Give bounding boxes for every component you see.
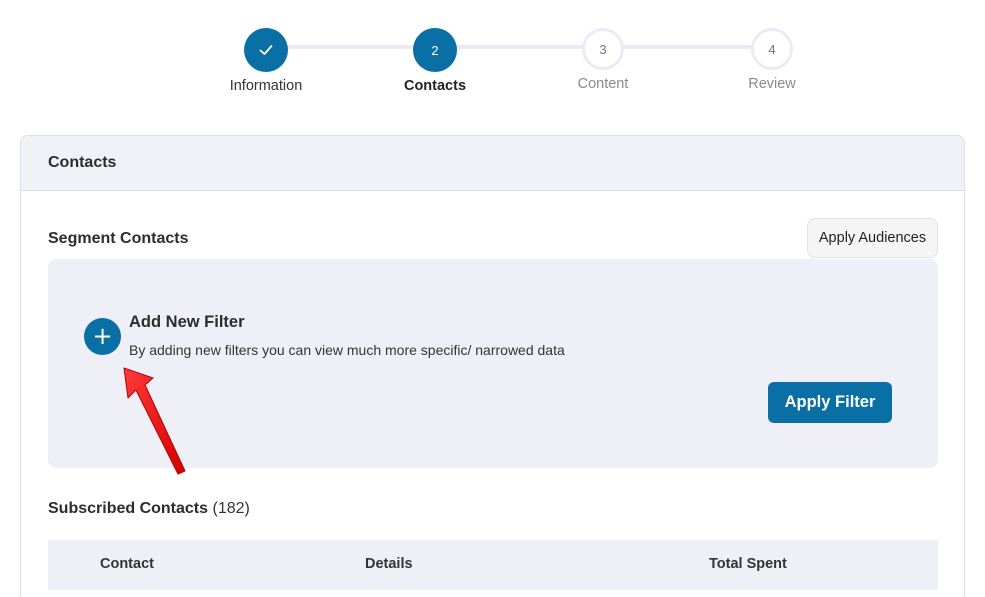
progress-stepper: Information 2 Contacts 3 Content 4 Revie… <box>0 28 985 108</box>
stepper-track <box>266 45 772 49</box>
contacts-table-header: Contact Details Total Spent <box>48 540 938 590</box>
step-label-information: Information <box>229 78 303 94</box>
checkmark-icon <box>244 28 288 72</box>
step-label-review: Review <box>748 76 796 92</box>
column-header-details[interactable]: Details <box>365 556 413 572</box>
step-label-contacts: Contacts <box>403 78 467 94</box>
step-contacts[interactable]: 2 Contacts <box>375 28 495 94</box>
add-filter-title[interactable]: Add New Filter <box>129 313 245 332</box>
step-label-content: Content <box>577 76 629 92</box>
step-information[interactable]: Information <box>206 28 326 94</box>
filter-panel: + Add New Filter By adding new filters y… <box>48 259 938 468</box>
subscribed-contacts-heading: Subscribed Contacts (182) <box>48 500 250 518</box>
column-header-contact[interactable]: Contact <box>100 556 154 572</box>
step-review[interactable]: 4 Review <box>712 28 832 92</box>
segment-contacts-title: Segment Contacts <box>48 230 189 247</box>
step-number-review: 4 <box>751 28 793 70</box>
apply-filter-button[interactable]: Apply Filter <box>768 382 892 423</box>
step-number-contacts: 2 <box>413 28 457 72</box>
column-header-total-spent[interactable]: Total Spent <box>709 556 787 572</box>
card-title: Contacts <box>21 136 964 191</box>
step-content[interactable]: 3 Content <box>543 28 663 92</box>
contacts-card: Contacts Segment Contacts Apply Audience… <box>20 135 965 597</box>
step-number-content: 3 <box>582 28 624 70</box>
add-filter-description: By adding new filters you can view much … <box>129 342 565 358</box>
subscribed-contacts-title: Subscribed Contacts <box>48 500 209 517</box>
apply-audiences-button[interactable]: Apply Audiences <box>807 218 938 258</box>
plus-icon[interactable]: + <box>84 318 121 355</box>
subscribed-contacts-count: (182) <box>212 500 250 517</box>
